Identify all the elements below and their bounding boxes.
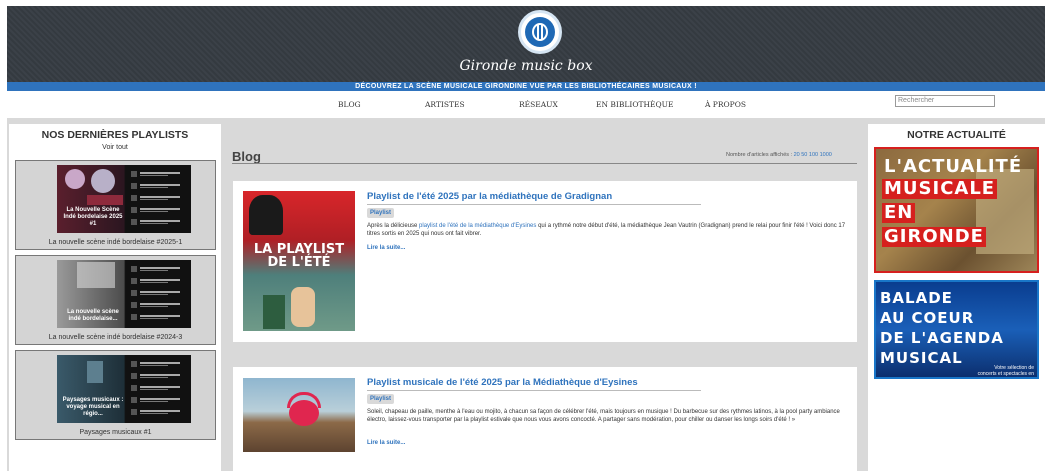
blog-divider	[232, 163, 857, 164]
playlist-card[interactable]: La nouvelle scène indé bordelaise... La …	[15, 255, 216, 345]
playlist-card[interactable]: La Nouvelle Scène Indé bordelaise 2025 #…	[15, 160, 216, 250]
blog-heading: Blog	[232, 149, 261, 164]
article-title[interactable]: Playlist de l'été 2025 par la médiathèqu…	[367, 191, 612, 202]
news2-line: AU COEUR	[880, 309, 975, 327]
main-nav: BLOG ARTISTES RÉSEAUX EN BIBLIOTHÈQUE À …	[7, 91, 1045, 118]
tagline-banner: DÉCOUVREZ LA SCÈNE MUSICALE GIRONDINE VU…	[7, 82, 1045, 91]
playlist-label[interactable]: La nouvelle scène indé bordelaise #2024-…	[16, 334, 215, 341]
article-image[interactable]: LA PLAYLIST DE L'ÉTÉ	[243, 191, 355, 331]
news-banner-actualite[interactable]: L'ACTUALITÉ MUSICALE EN GIRONDE	[874, 147, 1039, 273]
article-title-rule	[367, 204, 701, 205]
news1-line: MUSICALE	[882, 178, 998, 199]
nav-blog[interactable]: BLOG	[338, 100, 361, 109]
news1-line: EN	[882, 202, 916, 223]
playlist-card[interactable]: Paysages musicaux : voyage musical en ré…	[15, 350, 216, 440]
news1-line: GIRONDE	[882, 226, 986, 247]
see-all-link[interactable]: Voir tout	[9, 144, 221, 151]
article-title[interactable]: Playlist musicale de l'été 2025 par la M…	[367, 377, 638, 388]
search-input[interactable]: Rechercher	[895, 95, 995, 107]
playlists-sidebar: NOS DERNIÈRES PLAYLISTS Voir tout La Nou…	[9, 124, 221, 471]
excerpt-link[interactable]: playlist de l'été de la médiathèque d'Ey…	[419, 223, 536, 229]
news-title: NOTRE ACTUALITÉ	[907, 129, 1006, 141]
news2-line: BALADE	[880, 289, 953, 307]
article-card: LA PLAYLIST DE L'ÉTÉ Playlist de l'été 2…	[233, 181, 857, 342]
article-image-caption: LA PLAYLIST DE L'ÉTÉ	[253, 242, 345, 270]
playlists-title: NOS DERNIÈRES PLAYLISTS	[41, 129, 189, 141]
playlist-thumb-title: La Nouvelle Scène Indé bordelaise 2025 #…	[63, 207, 123, 227]
read-more-link[interactable]: Lire la suite...	[367, 440, 405, 446]
playlist-label[interactable]: Paysages musicaux #1	[16, 429, 215, 436]
nav-a-propos[interactable]: À PROPOS	[705, 100, 746, 109]
news2-caption: Votre sélection de concerts et spectacle…	[977, 365, 1034, 377]
nav-en-bibliotheque[interactable]: EN BIBLIOTHÈQUE	[596, 100, 673, 109]
playlist-thumbnail: Paysages musicaux : voyage musical en ré…	[57, 355, 191, 423]
articles-count-options[interactable]: 20 50 100 1000	[794, 152, 832, 158]
site-header: Gironde music box	[7, 6, 1045, 82]
articles-count-label: Nombre d'articles affichés :	[726, 152, 793, 158]
news2-line: DE L'AGENDA	[880, 329, 1004, 347]
nav-artistes[interactable]: ARTISTES	[425, 100, 465, 109]
read-more-link[interactable]: Lire la suite...	[367, 245, 405, 251]
excerpt-text: Après la délicieuse	[367, 223, 420, 229]
news2-line: MUSICAL	[880, 349, 963, 367]
article-tag[interactable]: Playlist	[367, 394, 395, 404]
articles-count: Nombre d'articles affichés : 20 50 100 1…	[726, 152, 832, 158]
playlist-thumb-title: La nouvelle scène indé bordelaise...	[67, 309, 119, 322]
playlist-thumb-title: Paysages musicaux : voyage musical en ré…	[62, 397, 124, 417]
article-excerpt: Soleil, chapeau de paille, menthe à l'ea…	[367, 409, 840, 423]
playlist-thumbnail: La nouvelle scène indé bordelaise...	[57, 260, 191, 328]
playlist-label[interactable]: La nouvelle scène indé bordelaise #2025-…	[16, 239, 215, 246]
news-sidebar: NOTRE ACTUALITÉ L'ACTUALITÉ MUSICALE EN …	[868, 124, 1045, 471]
article-tag[interactable]: Playlist	[367, 208, 395, 218]
site-logo[interactable]	[518, 10, 562, 54]
news1-line: L'ACTUALITÉ	[884, 156, 1023, 177]
logo-mark-icon	[525, 17, 555, 47]
article-excerpt: Après la délicieuse playlist de l'été de…	[367, 223, 851, 238]
article-title-rule	[367, 390, 701, 391]
playlist-thumbnail: La Nouvelle Scène Indé bordelaise 2025 #…	[57, 165, 191, 233]
news-banner-agenda[interactable]: BALADE AU COEUR DE L'AGENDA MUSICAL Votr…	[874, 280, 1039, 379]
article-card: Playlist musicale de l'été 2025 par la M…	[233, 367, 857, 471]
logo-text: Gironde music box	[459, 58, 593, 74]
nav-reseaux[interactable]: RÉSEAUX	[519, 100, 558, 109]
article-image[interactable]	[243, 378, 355, 452]
